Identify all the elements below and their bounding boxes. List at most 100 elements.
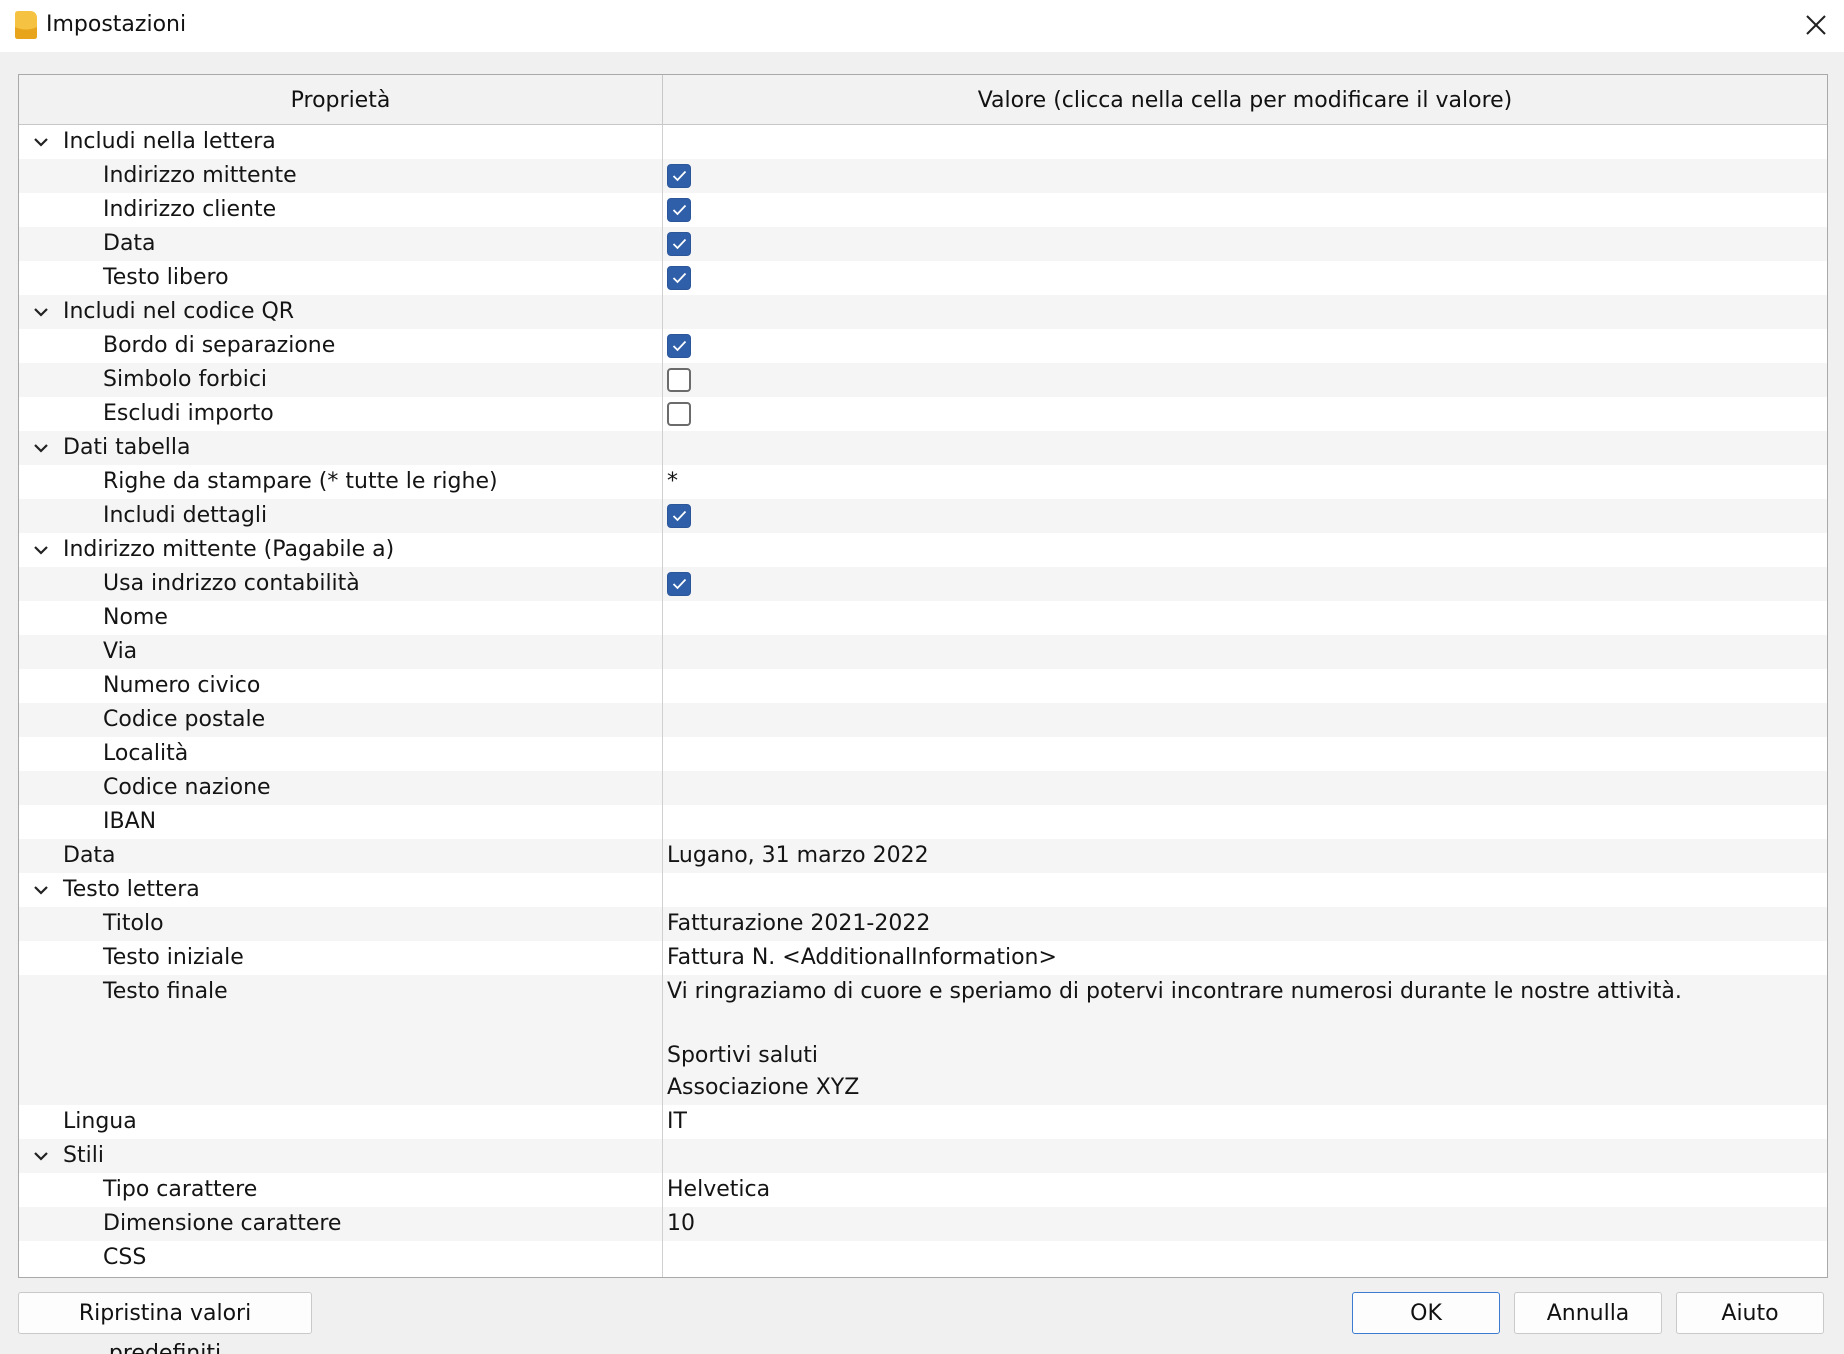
property-label: Includi nel codice QR xyxy=(63,299,295,324)
chevron-down-icon[interactable] xyxy=(30,1145,52,1167)
table-row[interactable]: Codice nazione xyxy=(19,771,1827,805)
column-header-value[interactable]: Valore (clicca nella cella per modificar… xyxy=(663,75,1827,124)
table-row[interactable]: Via xyxy=(19,635,1827,669)
property-label: Includi nella lettera xyxy=(63,129,276,154)
checkmark-icon xyxy=(672,340,687,352)
table-row[interactable]: Indirizzo mittente (Pagabile a) xyxy=(19,533,1827,567)
ok-button[interactable]: OK xyxy=(1352,1292,1500,1334)
table-row[interactable]: Lingua IT xyxy=(19,1105,1827,1139)
property-label: Usa indrizzo contabilità xyxy=(103,571,360,596)
property-label: Località xyxy=(103,741,189,766)
properties-table: Proprietà Valore (clicca nella cella per… xyxy=(18,74,1828,1278)
value-line: Vi ringraziamo di cuore e speriamo di po… xyxy=(667,979,1682,1004)
table-row[interactable]: CSS xyxy=(19,1241,1827,1275)
table-row[interactable]: Data xyxy=(19,227,1827,261)
checkbox[interactable] xyxy=(667,232,691,256)
table-row[interactable]: Numero civico xyxy=(19,669,1827,703)
property-value[interactable]: Fatturazione 2021-2022 xyxy=(667,907,930,941)
table-row[interactable]: Testo finale Vi ringraziamo di cuore e sp… xyxy=(19,975,1827,1105)
property-value[interactable]: * xyxy=(667,465,678,499)
chevron-down-icon[interactable] xyxy=(30,301,52,323)
checkbox[interactable] xyxy=(667,504,691,528)
value-line xyxy=(667,1008,1682,1040)
close-icon xyxy=(1806,15,1826,35)
value-line: Associazione XYZ xyxy=(667,1075,860,1100)
property-label: Escludi importo xyxy=(103,401,274,426)
property-label: Data xyxy=(63,843,116,868)
reset-defaults-button[interactable]: Ripristina valori predefiniti xyxy=(18,1292,312,1354)
property-value[interactable]: Helvetica xyxy=(667,1173,770,1207)
property-value-multiline[interactable]: Vi ringraziamo di cuore e speriamo di po… xyxy=(667,976,1682,1104)
property-label: Simbolo forbici xyxy=(103,367,268,392)
property-label: Stili xyxy=(63,1143,104,1168)
chevron-down-icon[interactable] xyxy=(30,879,52,901)
checkbox[interactable] xyxy=(667,334,691,358)
property-label: Testo lettera xyxy=(63,877,200,902)
property-label: Indirizzo cliente xyxy=(103,197,277,222)
chevron-down-icon[interactable] xyxy=(30,131,52,153)
checkbox[interactable] xyxy=(667,368,691,392)
property-value[interactable]: Fattura N. <AdditionalInformation> xyxy=(667,941,1057,975)
table-row[interactable]: Righe da stampare (* tutte le righe) * xyxy=(19,465,1827,499)
table-row[interactable]: Usa indrizzo contabilità xyxy=(19,567,1827,601)
property-label: Tipo carattere xyxy=(103,1177,258,1202)
checkmark-icon xyxy=(672,272,687,284)
checkbox[interactable] xyxy=(667,164,691,188)
property-label: Nome xyxy=(103,605,168,630)
table-row[interactable]: Tipo carattere Helvetica xyxy=(19,1173,1827,1207)
table-row[interactable]: Dimensione carattere 10 xyxy=(19,1207,1827,1241)
property-label: Titolo xyxy=(103,911,164,936)
value-line: Sportivi saluti xyxy=(667,1043,819,1068)
checkbox[interactable] xyxy=(667,266,691,290)
property-label: Codice nazione xyxy=(103,775,271,800)
property-value[interactable]: IT xyxy=(667,1105,687,1139)
table-row[interactable]: Località xyxy=(19,737,1827,771)
property-label: CSS xyxy=(103,1245,147,1270)
settings-dialog: Impostazioni Proprietà Valore (clicca ne… xyxy=(0,0,1844,1354)
column-header-property[interactable]: Proprietà xyxy=(19,75,663,124)
table-row[interactable]: Includi nel codice QR xyxy=(19,295,1827,329)
table-row[interactable]: Indirizzo mittente xyxy=(19,159,1827,193)
chevron-down-icon[interactable] xyxy=(30,539,52,561)
checkmark-icon xyxy=(672,170,687,182)
property-label: Indirizzo mittente xyxy=(103,163,297,188)
checkbox[interactable] xyxy=(667,572,691,596)
checkmark-icon xyxy=(672,238,687,250)
help-button[interactable]: Aiuto xyxy=(1676,1292,1824,1334)
window-title: Impostazioni xyxy=(46,12,187,37)
table-row[interactable]: Titolo Fatturazione 2021-2022 xyxy=(19,907,1827,941)
cancel-button[interactable]: Annulla xyxy=(1514,1292,1662,1334)
property-label: Testo libero xyxy=(103,265,229,290)
table-row[interactable]: Nome xyxy=(19,601,1827,635)
table-row[interactable]: IBAN xyxy=(19,805,1827,839)
property-value[interactable]: 10 xyxy=(667,1207,695,1241)
property-label: Lingua xyxy=(63,1109,137,1134)
table-row[interactable]: Stili xyxy=(19,1139,1827,1173)
table-header: Proprietà Valore (clicca nella cella per… xyxy=(19,75,1827,125)
column-divider xyxy=(662,125,663,1277)
table-row[interactable]: Dati tabella xyxy=(19,431,1827,465)
property-value[interactable]: Lugano, 31 marzo 2022 xyxy=(667,839,929,873)
checkbox[interactable] xyxy=(667,198,691,222)
table-row[interactable]: Simbolo forbici xyxy=(19,363,1827,397)
table-row[interactable]: Includi nella lettera xyxy=(19,125,1827,159)
chevron-down-icon[interactable] xyxy=(30,437,52,459)
table-row[interactable]: Testo iniziale Fattura N. <AdditionalInfo… xyxy=(19,941,1827,975)
table-row[interactable]: Data Lugano, 31 marzo 2022 xyxy=(19,839,1827,873)
table-row[interactable]: Codice postale xyxy=(19,703,1827,737)
table-row[interactable]: Escludi importo xyxy=(19,397,1827,431)
table-row[interactable]: Bordo di separazione xyxy=(19,329,1827,363)
checkmark-icon xyxy=(672,204,687,216)
property-label: Dati tabella xyxy=(63,435,191,460)
checkbox[interactable] xyxy=(667,402,691,426)
table-row[interactable]: Indirizzo cliente xyxy=(19,193,1827,227)
property-label: IBAN xyxy=(103,809,157,834)
property-label: Via xyxy=(103,639,138,664)
property-label: Righe da stampare (* tutte le righe) xyxy=(103,469,498,494)
table-row[interactable]: Testo lettera xyxy=(19,873,1827,907)
close-button[interactable] xyxy=(1786,0,1844,52)
table-row[interactable]: Testo libero xyxy=(19,261,1827,295)
table-row[interactable]: Includi dettagli xyxy=(19,499,1827,533)
property-label: Data xyxy=(103,231,156,256)
checkmark-icon xyxy=(672,578,687,590)
